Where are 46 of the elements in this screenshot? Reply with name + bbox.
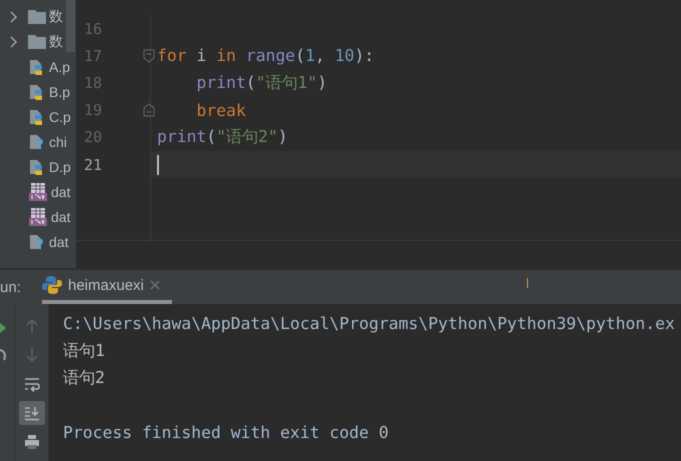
down-arrow-icon <box>24 347 40 363</box>
unknown-file-icon <box>28 232 46 250</box>
scrollbar[interactable] <box>66 0 75 52</box>
scroll-end-tool-button[interactable] <box>18 401 44 425</box>
console-line: C:\Users\hawa\AppData\Local\Programs\Python\Python39\python.ex <box>63 313 676 336</box>
code-line: print("语句2") <box>157 126 288 148</box>
rerun-icon[interactable] <box>0 322 6 334</box>
run-label: un: <box>0 278 22 296</box>
scroll-to-end-icon <box>24 405 40 421</box>
code-line: print("语句1") <box>195 72 328 94</box>
file-name[interactable]: 数 <box>49 8 63 26</box>
spreadsheet-file-icon <box>28 182 48 202</box>
run-tab[interactable]: heimaxuexi <box>42 270 172 304</box>
fold-marker-icon[interactable] <box>143 48 155 63</box>
line-number: 20 <box>84 128 102 146</box>
line-number: 21 <box>84 156 102 174</box>
line-number: 18 <box>84 74 102 92</box>
fold-marker-icon[interactable] <box>143 103 155 118</box>
file-name[interactable]: 数 <box>49 32 63 50</box>
soft-wrap-icon <box>24 376 40 392</box>
file-name[interactable]: chi <box>49 134 67 150</box>
close-icon[interactable] <box>150 280 160 290</box>
file-name[interactable]: dat <box>51 184 70 200</box>
line-number: 17 <box>84 46 102 65</box>
unknown-file-icon <box>28 132 46 150</box>
file-name[interactable]: B.p <box>49 84 70 100</box>
up-arrow-icon <box>24 318 40 334</box>
folder-icon <box>28 9 46 24</box>
file-name[interactable]: dat <box>49 234 68 250</box>
code-line: for i in range(1, 10): <box>157 46 374 66</box>
console-line: 语句1 <box>63 340 106 362</box>
code-line: break <box>195 100 246 120</box>
folder-icon <box>28 34 46 49</box>
console-line: Process finished with exit code 0 <box>63 422 390 444</box>
line-number: 16 <box>84 20 102 38</box>
text-caret <box>157 154 159 175</box>
file-name[interactable]: C.p <box>49 108 71 124</box>
python-icon <box>42 275 62 295</box>
line-number: 19 <box>84 101 102 120</box>
file-name[interactable]: dat <box>51 208 70 224</box>
console-line: 语句2 <box>63 366 106 389</box>
file-name[interactable]: A.p <box>49 58 70 74</box>
print-icon <box>24 434 40 450</box>
spreadsheet-file-icon <box>28 206 48 226</box>
marker-tick <box>526 278 528 288</box>
file-name[interactable]: D.p <box>49 158 71 174</box>
